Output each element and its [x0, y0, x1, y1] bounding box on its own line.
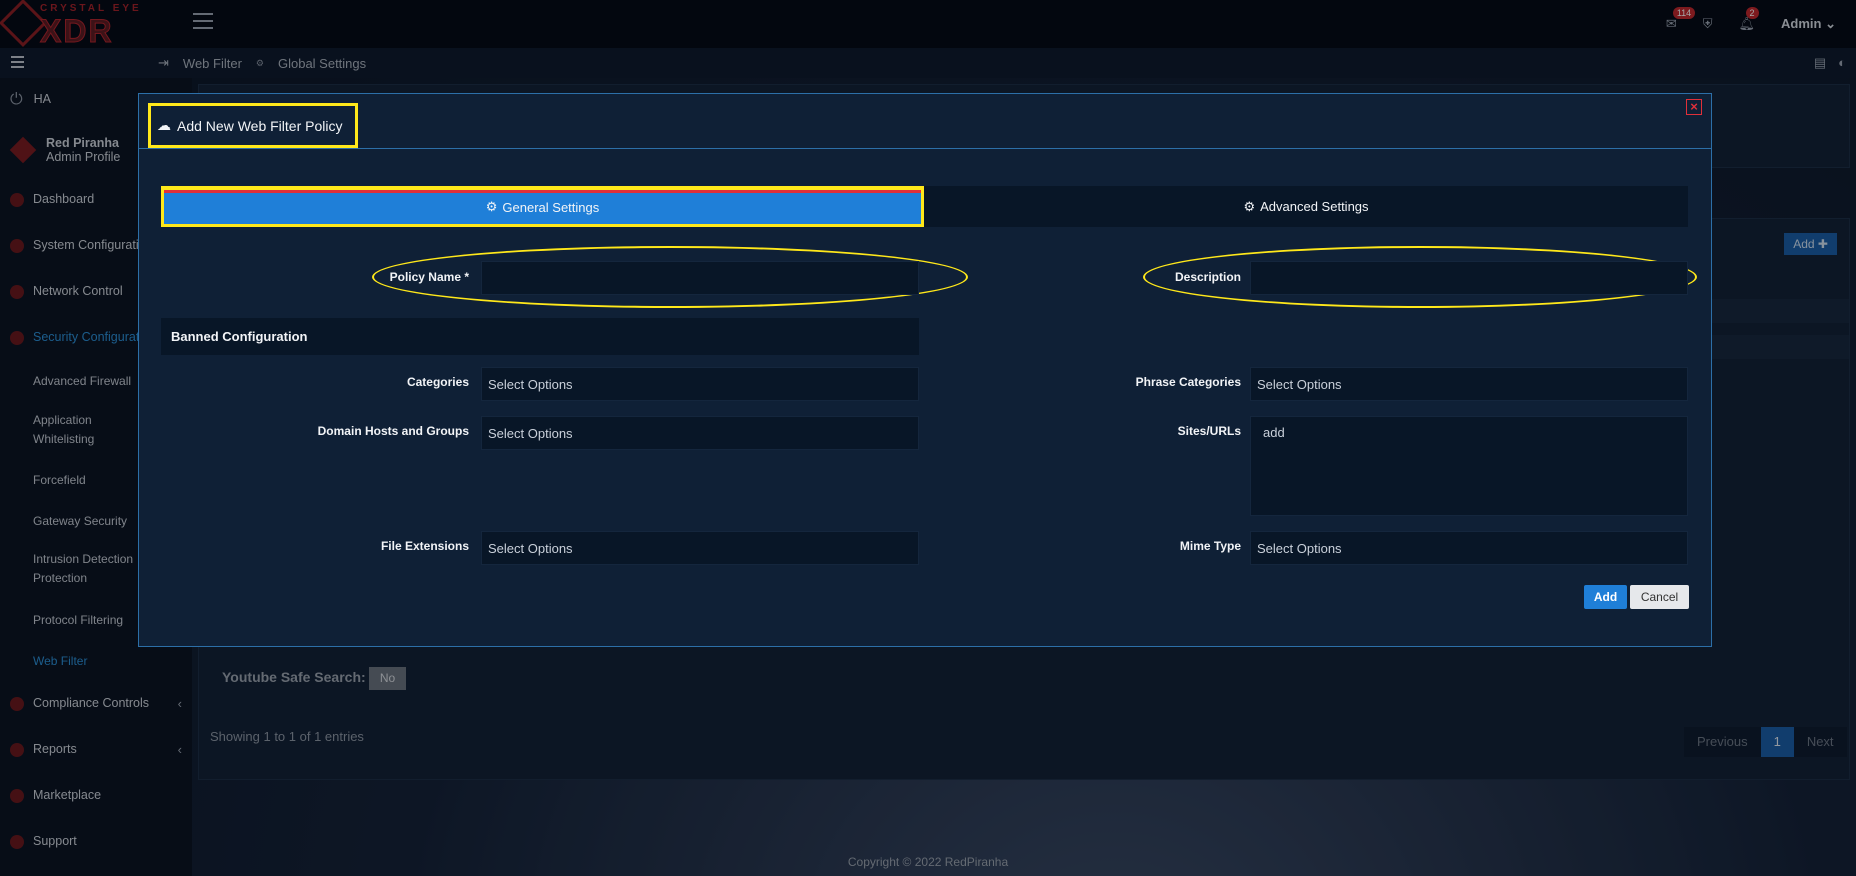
- gears-icon: ⚙: [1243, 198, 1256, 214]
- gear-icon: ⚙: [485, 199, 498, 214]
- modal-title-text: Add New Web Filter Policy: [177, 117, 343, 134]
- policy-name-input[interactable]: [481, 261, 919, 295]
- tab-general-settings[interactable]: ⚙ General Settings: [161, 186, 924, 227]
- tab-label: General Settings: [502, 199, 600, 215]
- sites-urls-label: Sites/URLs: [1177, 424, 1241, 438]
- policy-name-label: Policy Name *: [389, 270, 469, 284]
- file-extensions-select[interactable]: Select Options: [481, 531, 919, 565]
- categories-label: Categories: [406, 375, 469, 389]
- tab-label: Advanced Settings: [1260, 199, 1369, 214]
- modal-tabs: ⚙ General Settings ⚙ Advanced Settings: [161, 186, 1688, 227]
- modal-title: ☁ Add New Web Filter Policy: [148, 103, 358, 148]
- sites-urls-textarea[interactable]: add: [1250, 416, 1688, 516]
- tab-advanced-settings[interactable]: ⚙ Advanced Settings: [924, 186, 1688, 227]
- modal-header: ☁ Add New Web Filter Policy ×: [139, 94, 1711, 149]
- close-button[interactable]: ×: [1686, 99, 1702, 115]
- banned-configuration-header: Banned Configuration: [161, 318, 919, 355]
- domain-hosts-label: Domain Hosts and Groups: [317, 424, 469, 438]
- cancel-button[interactable]: Cancel: [1630, 585, 1689, 609]
- phrase-categories-select[interactable]: Select Options: [1250, 367, 1688, 401]
- cloud-icon: ☁: [157, 117, 171, 133]
- add-button[interactable]: Add: [1584, 585, 1627, 609]
- file-extensions-label: File Extensions: [380, 539, 469, 553]
- description-label: Description: [1174, 270, 1241, 284]
- mime-type-label: Mime Type: [1179, 539, 1241, 553]
- description-input[interactable]: [1250, 261, 1688, 295]
- domain-hosts-select[interactable]: Select Options: [481, 416, 919, 450]
- add-web-filter-policy-modal: ☁ Add New Web Filter Policy × ⚙ General …: [138, 93, 1712, 647]
- categories-select[interactable]: Select Options: [481, 367, 919, 401]
- phrase-categories-label: Phrase Categories: [1135, 375, 1241, 389]
- mime-type-select[interactable]: Select Options: [1250, 531, 1688, 565]
